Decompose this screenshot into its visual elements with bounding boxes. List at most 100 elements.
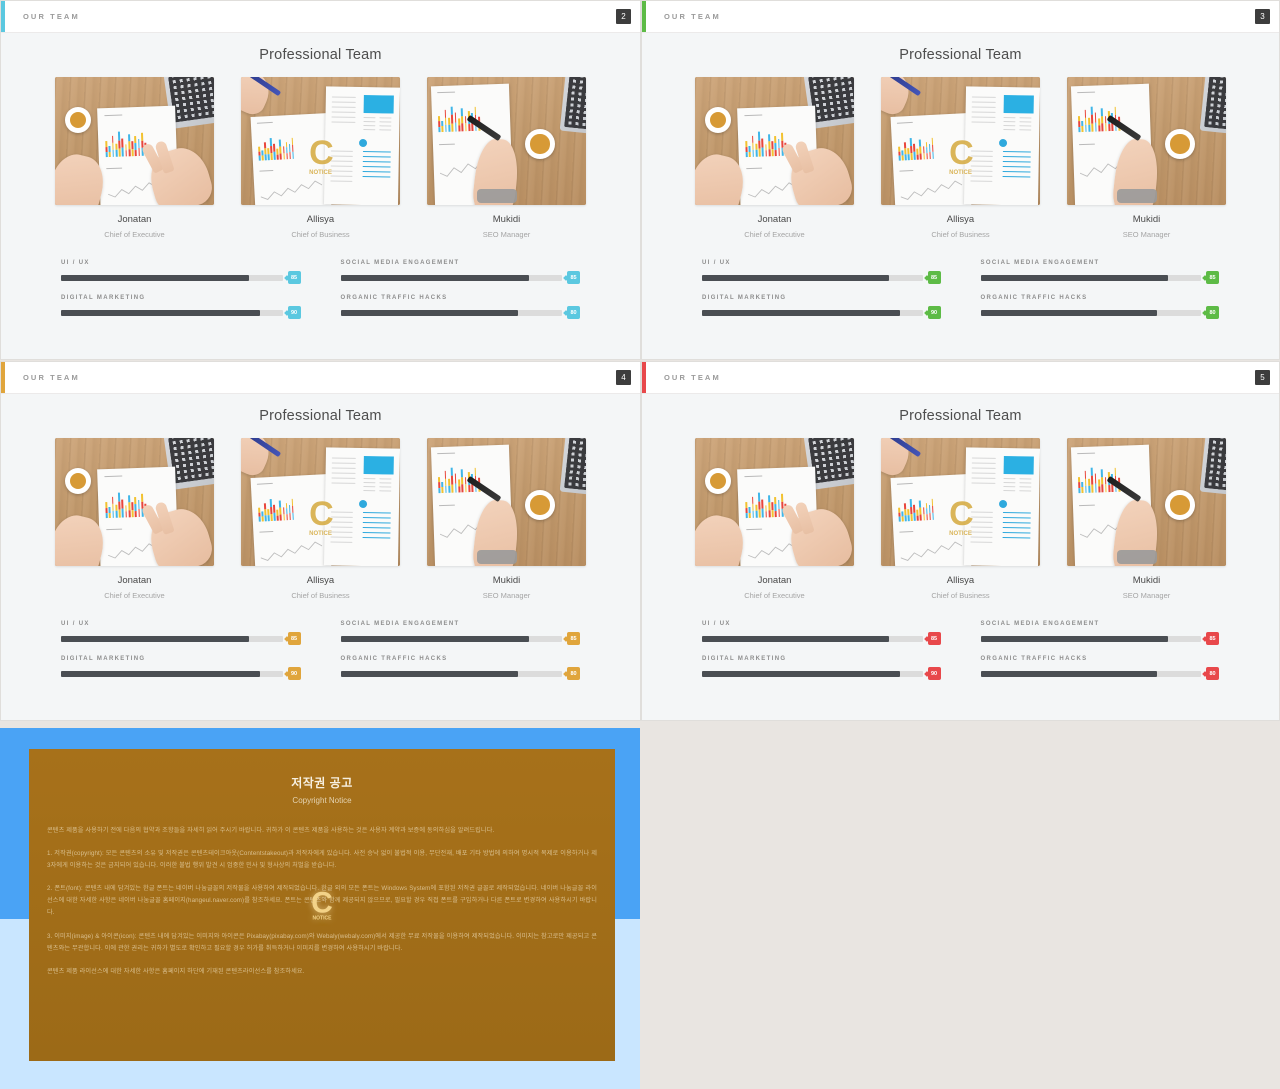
team-member-card[interactable]: Mukidi SEO Manager [1067, 77, 1226, 239]
skill-fill [340, 635, 529, 642]
skill-fill [702, 635, 890, 642]
slide-preview-3[interactable]: OUR TEAM 3 Professional Team Jonatan Chi… [641, 0, 1280, 360]
team-member-card[interactable]: Jonatan Chief of Executive [55, 77, 214, 239]
member-name: Allisya [306, 575, 335, 586]
member-photo-allisya: C NOTICE [881, 77, 1040, 205]
skill-value-badge: 85 [1206, 632, 1219, 645]
page-number-badge: 4 [616, 370, 631, 385]
slide-header-label: OUR TEAM [664, 12, 721, 21]
slide-preview-2[interactable]: OUR TEAM 2 Professional Team Jonatan Chi… [0, 0, 641, 360]
member-name: Jonatan [757, 575, 792, 586]
page-number-badge: 2 [616, 9, 631, 24]
slide-title: Professional Team [259, 47, 382, 63]
skill-value-badge: 80 [567, 306, 580, 319]
skill-fill [340, 274, 529, 281]
skill-fill [61, 635, 250, 642]
skill-item: DIGITAL MARKETING 90 [702, 295, 941, 319]
team-member-card[interactable]: Jonatan Chief of Executive [55, 438, 214, 600]
skill-label: ORGANIC TRAFFIC HACKS [980, 656, 1088, 662]
member-name: Jonatan [757, 214, 792, 225]
header-accent-bar [642, 1, 646, 32]
skill-fill [61, 670, 261, 677]
member-photo-allisya: C NOTICE [241, 77, 400, 205]
skill-item: ORGANIC TRAFFIC HACKS 80 [980, 295, 1219, 319]
member-role: SEO Manager [482, 230, 531, 239]
skill-column-left: UI / UX 85 DIGITAL MARKETING 90 [702, 260, 941, 330]
skill-track [61, 670, 283, 677]
skill-track [702, 635, 923, 642]
member-photo-jonatan [55, 438, 214, 566]
slide-preview-4[interactable]: OUR TEAM 4 Professional Team Jonatan Chi… [0, 361, 641, 721]
member-role: Chief of Business [291, 230, 350, 239]
skill-track [340, 274, 562, 281]
skill-item: SOCIAL MEDIA ENGAGEMENT 85 [980, 621, 1219, 645]
skill-fill [702, 670, 901, 677]
copyright-notice-panel[interactable]: 저작권 공고 Copyright Notice 콘텐츠 제품을 사용하기 전에 … [0, 728, 640, 1089]
skill-label: ORGANIC TRAFFIC HACKS [980, 295, 1088, 301]
skill-bars: UI / UX 85 DIGITAL MARKETING 90 SOCIAL M… [1, 621, 640, 691]
team-member-card[interactable]: Mukidi SEO Manager [427, 438, 586, 600]
skill-item: DIGITAL MARKETING 90 [61, 656, 301, 680]
member-role: SEO Manager [482, 591, 531, 600]
skill-bars: UI / UX 85 DIGITAL MARKETING 90 SOCIAL M… [642, 621, 1279, 691]
skill-track [61, 309, 283, 316]
skill-fill [980, 670, 1157, 677]
member-role: Chief of Executive [104, 591, 165, 600]
skill-track [980, 274, 1201, 281]
skill-fill [702, 309, 901, 316]
skill-item: SOCIAL MEDIA ENGAGEMENT 85 [340, 621, 580, 645]
team-member-list: Jonatan Chief of Executive C NOTICE Allis… [642, 77, 1279, 239]
team-member-card[interactable]: C NOTICE Allisya Chief of Business [241, 77, 400, 239]
skill-label: DIGITAL MARKETING [702, 295, 787, 301]
member-name: Mukidi [1132, 575, 1161, 586]
skill-column-right: SOCIAL MEDIA ENGAGEMENT 85 ORGANIC TRAFF… [340, 621, 580, 691]
skill-label: SOCIAL MEDIA ENGAGEMENT [980, 621, 1100, 627]
slide-body: Professional Team Jonatan Chief of Execu… [1, 33, 640, 359]
skill-item: ORGANIC TRAFFIC HACKS 80 [980, 656, 1219, 680]
skill-track [340, 309, 562, 316]
skill-fill [980, 635, 1168, 642]
skill-item: UI / UX 85 [702, 621, 941, 645]
skill-label: UI / UX [702, 260, 731, 266]
skill-item: DIGITAL MARKETING 90 [61, 295, 301, 319]
slide-preview-5[interactable]: OUR TEAM 5 Professional Team Jonatan Chi… [641, 361, 1280, 721]
slide-header: OUR TEAM 2 [1, 1, 640, 33]
member-photo-mukidi [427, 77, 586, 205]
member-name: Jonatan [117, 575, 152, 586]
page-number-badge: 5 [1255, 370, 1270, 385]
slide-header: OUR TEAM 3 [642, 1, 1279, 33]
skill-value-badge: 80 [1206, 667, 1219, 680]
skill-item: ORGANIC TRAFFIC HACKS 80 [340, 656, 580, 680]
team-member-card[interactable]: Jonatan Chief of Executive [695, 77, 854, 239]
team-member-card[interactable]: C NOTICE Allisya Chief of Business [881, 77, 1040, 239]
slide-header-label: OUR TEAM [23, 12, 80, 21]
team-member-card[interactable]: C NOTICE Allisya Chief of Business [241, 438, 400, 600]
member-name: Mukidi [1132, 214, 1161, 225]
skill-track [61, 635, 283, 642]
copyright-paragraph: 1. 저작권(copyright): 모든 콘텐츠의 소유 및 저작권은 콘텐츠… [47, 850, 597, 870]
skill-fill [61, 274, 250, 281]
skill-track [702, 274, 923, 281]
skill-fill [980, 274, 1168, 281]
member-name: Allisya [946, 214, 975, 225]
copyright-content: 저작권 공고 Copyright Notice 콘텐츠 제품을 사용하기 전에 … [29, 749, 615, 1061]
skill-label: DIGITAL MARKETING [702, 656, 787, 662]
header-accent-bar [642, 362, 646, 393]
team-member-card[interactable]: C NOTICE Allisya Chief of Business [881, 438, 1040, 600]
skill-label: UI / UX [702, 621, 731, 627]
team-member-card[interactable]: Jonatan Chief of Executive [695, 438, 854, 600]
member-photo-jonatan [55, 77, 214, 205]
member-photo-allisya: C NOTICE [241, 438, 400, 566]
team-member-card[interactable]: Mukidi SEO Manager [427, 77, 586, 239]
member-name: Mukidi [492, 575, 521, 586]
skill-track [702, 309, 923, 316]
skill-label: DIGITAL MARKETING [61, 295, 146, 301]
member-photo-allisya: C NOTICE [881, 438, 1040, 566]
skill-label: DIGITAL MARKETING [61, 656, 146, 662]
skill-bars: UI / UX 85 DIGITAL MARKETING 90 SOCIAL M… [1, 260, 640, 330]
skill-item: UI / UX 85 [702, 260, 941, 284]
team-member-card[interactable]: Mukidi SEO Manager [1067, 438, 1226, 600]
copyright-title: 저작권 공고 [291, 776, 353, 790]
skill-track [980, 309, 1201, 316]
skill-value-badge: 85 [927, 271, 941, 284]
